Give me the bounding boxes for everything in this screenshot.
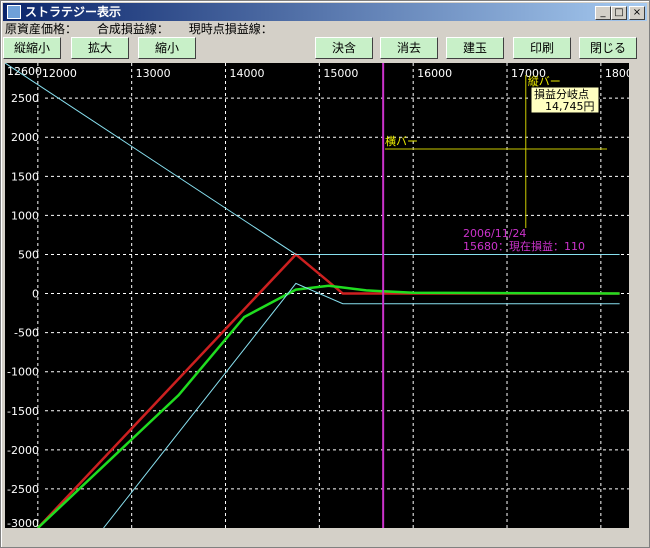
vertical-shrink-button[interactable]: 縦縮小 [3, 37, 61, 59]
x-tick-label: 13000 [136, 67, 171, 80]
breakeven-value: 14,745円 [545, 100, 595, 113]
x-tick-label: 15000 [323, 67, 358, 80]
x-tick-label: 18000 [605, 67, 629, 80]
app-icon [7, 5, 21, 19]
x-tick-label: 12000 [42, 67, 77, 80]
profit-loss-chart[interactable]: 1200013000140001500016000170001800025002… [5, 63, 629, 528]
breakeven-label: 損益分岐点 [534, 87, 589, 101]
series-line-1 [36, 284, 620, 528]
current-line-label: 現時点損益線： [188, 22, 273, 36]
y-tick-label: -2500 [7, 483, 39, 496]
series-line-2 [5, 63, 620, 255]
series-line-3 [103, 282, 620, 528]
enlarge-button[interactable]: 拡大 [71, 37, 129, 59]
y-tick-label: -2000 [7, 444, 39, 457]
current-profit-label: 15680：現在損益：110 [463, 239, 585, 253]
vertical-bar-label: 縦バー [528, 75, 561, 88]
strategy-window: ストラテジー表示 _ □ × 原資産価格： 合成損益線： 現時点損益線： 縦縮小… [0, 0, 650, 548]
info-bar: 原資産価格： 合成損益線： 現時点損益線： [5, 21, 289, 37]
title-bar: ストラテジー表示 _ □ × [3, 3, 647, 21]
underlying-price-label: 原資産価格： [5, 22, 78, 36]
date-label: 2006/11/24 [463, 227, 526, 240]
y-tick-label: 2000 [11, 131, 39, 144]
window-title: ストラテジー表示 [25, 5, 122, 19]
x-tick-label: 16000 [417, 67, 452, 80]
confirm-button[interactable]: 決含 [315, 37, 373, 59]
combined-line-label: 合成損益線： [96, 22, 169, 36]
y-tick-label: -1000 [7, 366, 39, 379]
close-window-button[interactable]: × [629, 6, 645, 20]
y-tick-label: -500 [14, 327, 39, 340]
erase-button[interactable]: 消去 [380, 37, 438, 59]
print-button[interactable]: 印刷 [513, 37, 571, 59]
y-tick-label: -1500 [7, 405, 39, 418]
minimize-button[interactable]: _ [595, 6, 611, 20]
shrink-button[interactable]: 縮小 [138, 37, 196, 59]
y-tick-label: -3000 [7, 517, 39, 528]
maximize-button[interactable]: □ [611, 6, 627, 20]
series-line-0 [36, 252, 620, 528]
y-tick-label: 1000 [11, 209, 39, 222]
y-tick-label: 2500 [11, 92, 39, 105]
y-tick-label: 0 [32, 288, 39, 301]
horizontal-bar-label: 横バー [385, 134, 418, 148]
x-tick-label: 14000 [230, 67, 265, 80]
y-tick-label: 1500 [11, 170, 39, 183]
close-button[interactable]: 閉じる [579, 37, 637, 59]
chart-canvas[interactable]: 1200013000140001500016000170001800025002… [5, 63, 629, 528]
build-position-button[interactable]: 建玉 [446, 37, 504, 59]
y-tick-label: 500 [18, 248, 39, 261]
